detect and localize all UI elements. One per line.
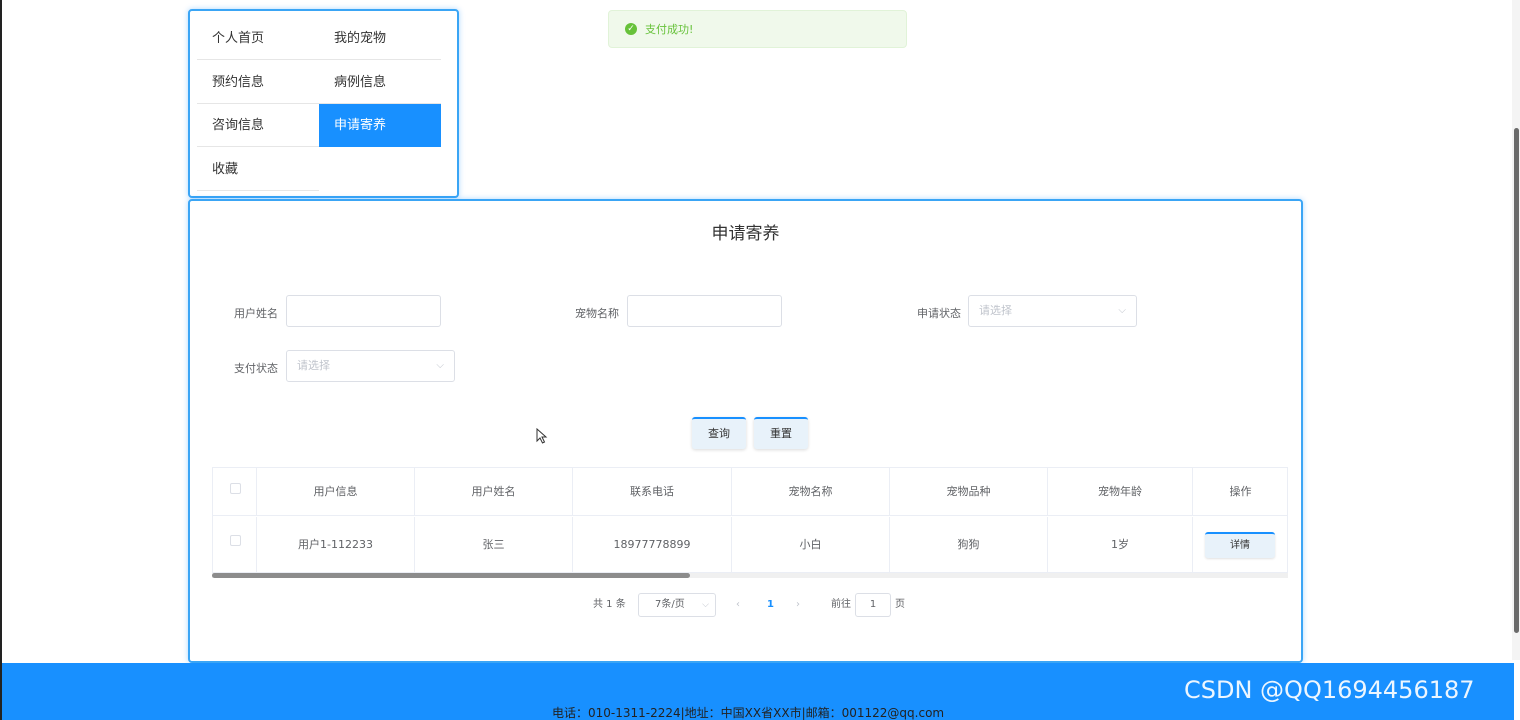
column-header[interactable]: 宠物名称	[732, 468, 890, 516]
pay-status-label: 支付状态	[234, 362, 278, 375]
chevron-down-icon: ⌵	[702, 600, 709, 610]
pay-status-placeholder: 请选择	[297, 359, 330, 372]
user-name-label: 用户姓名	[234, 307, 278, 320]
table-cell: 张三	[415, 517, 573, 572]
csdn-watermark: CSDN @QQ1694456187	[1184, 676, 1475, 704]
query-button[interactable]: 查询	[692, 417, 746, 449]
goto-label: 前往	[831, 599, 851, 610]
mouse-cursor-icon	[536, 428, 548, 444]
goto-page-input[interactable]: 1	[855, 593, 891, 617]
nav-item-appointments[interactable]: 预约信息	[197, 61, 319, 104]
footer-contact: 电话：010-1311-2224|地址：中国XX省XX市|邮箱：001122@q…	[552, 706, 945, 720]
boarding-application-panel: 申请寄养 用户姓名 宠物名称 申请状态 请选择 ⌵ 支付状态 请选择 ⌵ 查询 …	[188, 199, 1303, 663]
page-title: 申请寄养	[711, 224, 780, 244]
nav-item-favorites[interactable]: 收藏	[197, 148, 319, 191]
column-header: 操作	[1193, 468, 1288, 516]
next-page-icon[interactable]: ›	[796, 594, 800, 616]
window-edge	[0, 0, 2, 720]
boarding-table: 用户信息 用户姓名 联系电话 宠物名称 宠物品种 宠物年龄 操作 用户1-112…	[212, 467, 1288, 573]
user-nav-card: 个人首页 我的宠物 预约信息 病例信息 咨询信息 申请寄养 收藏	[188, 9, 459, 198]
nav-item-my-pets[interactable]: 我的宠物	[319, 17, 441, 60]
nav-item-home[interactable]: 个人首页	[197, 17, 319, 60]
apply-status-placeholder: 请选择	[979, 304, 1012, 317]
table-cell: 小白	[732, 517, 890, 572]
page-size-select[interactable]: 7条/页 ⌵	[638, 593, 716, 617]
table-cell: 18977778899	[573, 517, 732, 572]
table-cell: 狗狗	[890, 517, 1048, 572]
table-scrollbar-thumb[interactable]	[212, 573, 690, 578]
nav-item-consultations[interactable]: 咨询信息	[197, 104, 319, 147]
pet-name-label: 宠物名称	[575, 307, 619, 320]
prev-page-icon[interactable]: ‹	[736, 594, 740, 616]
user-name-input[interactable]	[286, 295, 441, 327]
reset-button[interactable]: 重置	[754, 417, 808, 449]
nav-item-apply-boarding[interactable]: 申请寄养	[319, 104, 441, 147]
pagination-total: 共 1 条	[593, 599, 626, 610]
column-header[interactable]: 宠物品种	[890, 468, 1048, 516]
column-header[interactable]: 用户信息	[257, 468, 415, 516]
apply-status-select[interactable]: 请选择 ⌵	[968, 295, 1137, 327]
chevron-down-icon: ⌵	[436, 360, 444, 371]
success-toast: ✓ 支付成功!	[608, 10, 907, 48]
select-all-checkbox[interactable]	[230, 483, 241, 494]
pay-status-select[interactable]: 请选择 ⌵	[286, 350, 455, 382]
table-cell: 用户1-112233	[257, 517, 415, 572]
page-scrollbar-thumb[interactable]	[1514, 128, 1519, 633]
page-size-value: 7条/页	[655, 599, 685, 610]
detail-button[interactable]: 详情	[1205, 532, 1275, 558]
nav-item-medical-records[interactable]: 病例信息	[319, 61, 441, 104]
apply-status-label: 申请状态	[917, 307, 961, 320]
column-header[interactable]: 用户姓名	[415, 468, 573, 516]
check-circle-icon: ✓	[625, 23, 637, 35]
select-all-cell	[213, 468, 257, 516]
table-cell: 1岁	[1048, 517, 1193, 572]
page-unit-label: 页	[895, 599, 905, 610]
row-checkbox[interactable]	[230, 535, 241, 546]
column-header[interactable]: 联系电话	[573, 468, 732, 516]
page-number[interactable]: 1	[767, 594, 774, 616]
row-select-cell	[213, 517, 257, 572]
pet-name-input[interactable]	[627, 295, 782, 327]
column-header[interactable]: 宠物年龄	[1048, 468, 1193, 516]
toast-message: 支付成功!	[645, 23, 694, 36]
chevron-down-icon: ⌵	[1118, 305, 1126, 316]
